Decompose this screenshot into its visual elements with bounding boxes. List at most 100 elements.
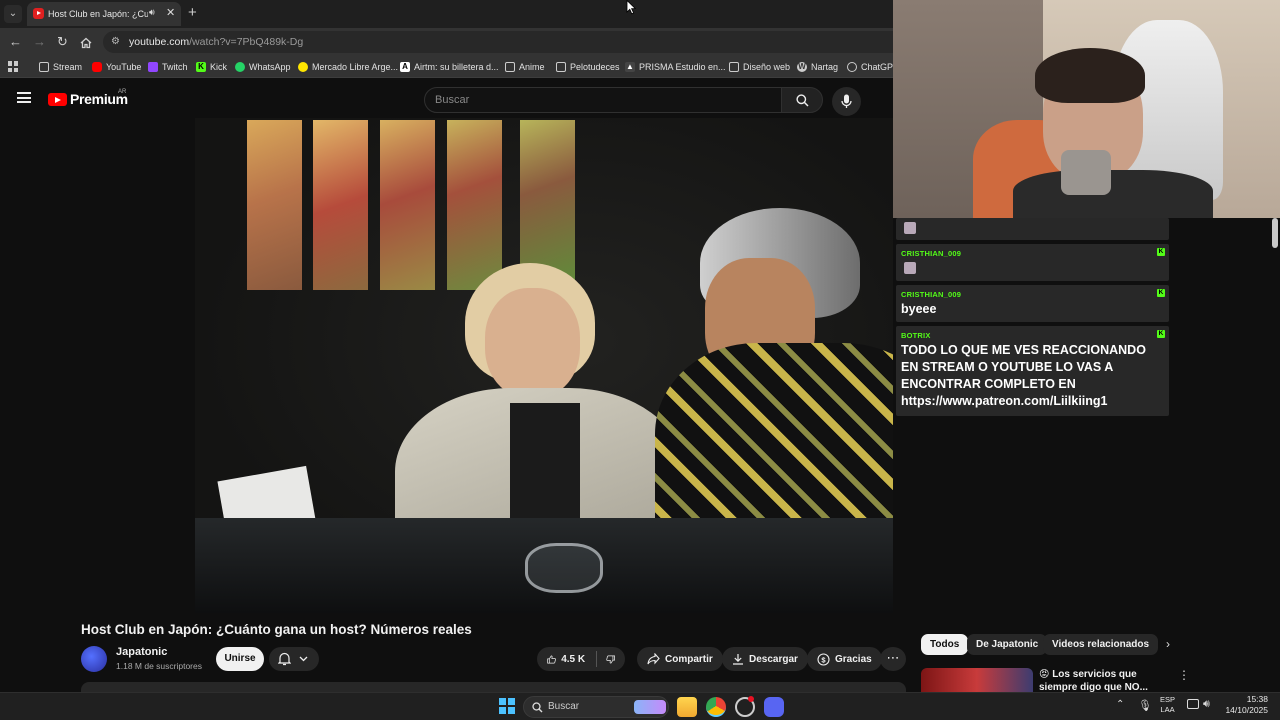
bookmark-pelotudeces[interactable]: Pelotudeces: [556, 59, 620, 75]
recommendation-title[interactable]: 😡 Los servicios que siempre digo que NO.…: [1039, 668, 1169, 692]
kick-icon: K: [196, 62, 206, 72]
chat-username: CRISTHIAN_009: [901, 249, 962, 258]
video-title: Host Club en Japón: ¿Cuánto gana un host…: [81, 622, 472, 637]
like-dislike-group: 4.5 K: [537, 647, 625, 671]
hamburger-menu-icon[interactable]: [17, 92, 31, 103]
kick-badge-icon: K: [1157, 330, 1165, 338]
chat-message: BOTRIX K TODO LO QUE ME VES REACCIONANDO…: [896, 326, 1169, 416]
chip-all[interactable]: Todos: [921, 634, 969, 655]
bookmark-prisma[interactable]: ▲ PRISMA Estudio en...: [625, 59, 726, 75]
bookmark-chatgpt[interactable]: ChatGPT: [847, 59, 899, 75]
chat-message: [896, 218, 1169, 240]
windows-start-icon[interactable]: [499, 698, 515, 714]
volume-icon[interactable]: 🔊︎: [1203, 698, 1210, 711]
reload-icon[interactable]: ↻: [57, 34, 68, 50]
taskbar-search-placeholder: Buscar: [548, 701, 580, 712]
chat-username: BOTRIX: [901, 331, 931, 340]
folder-icon: [729, 62, 739, 72]
description-box[interactable]: [81, 682, 906, 692]
chat-username: CRISTHIAN_009: [901, 290, 962, 299]
share-icon: [647, 653, 660, 665]
system-clock[interactable]: 15:38 14/10/2025: [1220, 694, 1268, 716]
wall-painting-panel: [447, 120, 502, 290]
search-input[interactable]: Buscar: [424, 87, 782, 113]
like-count[interactable]: 4.5 K: [561, 654, 585, 665]
whatsapp-icon: [235, 62, 245, 72]
notifications-button[interactable]: [269, 647, 319, 671]
share-button[interactable]: Compartir: [637, 647, 723, 671]
search-button[interactable]: [781, 87, 823, 113]
mouse-cursor-icon: [626, 0, 636, 15]
browser-tab-active[interactable]: Host Club en Japón: ¿Cuánto gana 🔊︎ ✕: [27, 2, 181, 26]
tray-overflow-icon[interactable]: ⌃: [1116, 699, 1124, 710]
tab-audio-icon[interactable]: 🔊︎: [149, 7, 155, 18]
bell-icon: [278, 652, 291, 666]
bookmark-anime[interactable]: Anime: [505, 59, 545, 75]
streamer-mug: [1061, 150, 1111, 195]
chevron-down-icon: [299, 656, 308, 662]
chip-related[interactable]: Videos relacionados: [1043, 634, 1159, 655]
thanks-button[interactable]: $ Gracias: [807, 647, 882, 671]
new-tab-button[interactable]: +: [188, 4, 197, 21]
bookmark-stream[interactable]: Stream: [39, 59, 82, 75]
bookmark-whatsapp[interactable]: WhatsApp: [235, 59, 291, 75]
chat-scrollbar[interactable]: [1272, 218, 1278, 248]
streamer-shirt: [1013, 170, 1213, 218]
microphone-tray-icon[interactable]: 🎙︎: [1138, 699, 1152, 712]
chrome-icon[interactable]: [706, 697, 726, 717]
file-explorer-icon[interactable]: [677, 697, 697, 717]
person-left-face: [485, 288, 580, 398]
wall-painting-panel: [313, 120, 368, 290]
youtube-icon: [92, 62, 102, 72]
voice-search-button[interactable]: [832, 87, 861, 116]
network-icon[interactable]: [1187, 699, 1199, 709]
youtube-masthead: Premium AR Buscar: [0, 78, 893, 118]
back-arrow-icon[interactable]: ←: [9, 34, 22, 50]
folder-icon: [39, 62, 49, 72]
discord-icon[interactable]: [764, 697, 784, 717]
wordpress-icon: W: [797, 62, 807, 72]
recommendation-thumbnail[interactable]: [921, 668, 1033, 692]
bookmark-mercadolibre[interactable]: Mercado Libre Arge...: [298, 59, 398, 75]
webcam-overlay: [893, 0, 1280, 218]
forward-arrow-icon[interactable]: →: [33, 34, 46, 50]
input-language[interactable]: ESP LAA: [1160, 695, 1175, 715]
youtube-logo-icon[interactable]: [48, 93, 67, 106]
mercadolibre-icon: [298, 62, 308, 72]
address-bar[interactable]: ⚙ youtube.com/watch?v=7PbQ489k-Dg: [103, 31, 893, 53]
url-text: youtube.com/watch?v=7PbQ489k-Dg: [129, 36, 304, 48]
thumbs-up-icon[interactable]: [547, 653, 556, 666]
join-button[interactable]: Unirse: [216, 647, 264, 671]
tab-title: Host Club en Japón: ¿Cuánto gana: [48, 9, 148, 19]
video-player[interactable]: [195, 118, 893, 613]
streamer-hair: [1035, 48, 1145, 103]
thumbs-down-icon[interactable]: [606, 653, 615, 666]
bookmark-kick[interactable]: K Kick: [196, 59, 227, 75]
prisma-icon: ▲: [625, 62, 635, 72]
bookmark-twitch[interactable]: Twitch: [148, 59, 188, 75]
download-icon: [733, 654, 743, 665]
chevron-right-icon[interactable]: ›: [1166, 637, 1170, 651]
taskbar-search-input[interactable]: Buscar: [523, 696, 669, 718]
browser-toolbar: ← → ↻ ⚙ youtube.com/watch?v=7PbQ489k-Dg: [0, 28, 893, 56]
wall-painting-panel: [380, 120, 435, 290]
more-actions-button[interactable]: ⋯: [880, 647, 906, 671]
channel-avatar[interactable]: [81, 646, 107, 672]
apps-grid-icon[interactable]: [8, 61, 19, 72]
bookmark-nartag[interactable]: W Nartag: [797, 59, 838, 75]
windows-taskbar: Buscar ⌃ 🎙︎ ESP LAA 🔊︎ 15:38 14/10/2025: [0, 692, 1280, 720]
chip-from-channel[interactable]: De Japatonic: [967, 634, 1048, 655]
channel-name[interactable]: Japatonic: [116, 646, 167, 658]
bookmark-diseno-web[interactable]: Diseño web: [729, 59, 790, 75]
site-info-icon[interactable]: ⚙: [111, 36, 120, 47]
svg-text:$: $: [821, 655, 826, 664]
recommendation-menu-icon[interactable]: ⋮: [1178, 668, 1190, 682]
home-icon[interactable]: [80, 36, 92, 49]
download-button[interactable]: Descargar: [722, 647, 808, 671]
folder-icon: [505, 62, 515, 72]
bookmark-youtube[interactable]: YouTube: [92, 59, 141, 75]
bookmark-airtm[interactable]: A Airtm: su billetera d...: [400, 59, 499, 75]
microphone-icon: [841, 94, 852, 108]
tab-search-dropdown-icon[interactable]: ⌄: [4, 5, 22, 23]
tab-close-icon[interactable]: ✕: [166, 6, 175, 19]
